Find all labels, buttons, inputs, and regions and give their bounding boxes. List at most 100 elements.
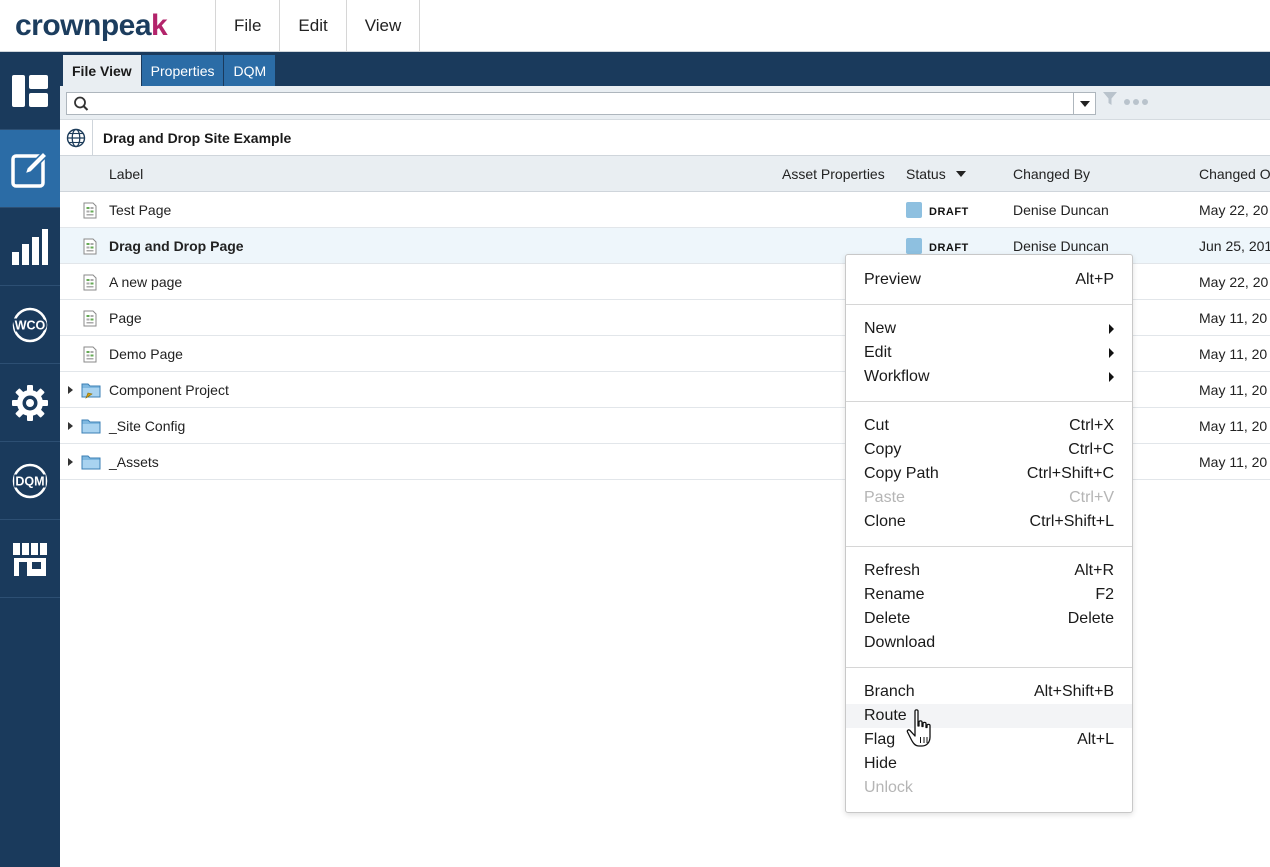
row-label[interactable]: Component Project <box>109 372 229 408</box>
status-text: DRAFT <box>929 241 969 254</box>
menu-item-shortcut: Ctrl+X <box>1069 417 1114 434</box>
menu-item-cut[interactable]: Cut Ctrl+X <box>846 414 1132 438</box>
menu-item-rename[interactable]: Rename F2 <box>846 583 1132 607</box>
menu-item-label: Refresh <box>864 562 921 579</box>
globe-icon <box>66 128 86 147</box>
changed-on: May 11, 20 <box>1199 418 1268 434</box>
menu-item-shortcut: Delete <box>1067 610 1114 627</box>
menu-separator <box>846 304 1132 305</box>
more-icon[interactable] <box>1123 98 1149 106</box>
context-menu: Preview Alt+P New Edit Workflow Cut Ctrl+X Copy… <box>845 254 1133 813</box>
changed-by: Denise Duncan <box>1013 202 1109 218</box>
menu-item-label: Hide <box>864 755 897 772</box>
current-path[interactable]: Drag and Drop Site Example <box>93 130 291 146</box>
menu-separator <box>846 667 1132 668</box>
menu-item-label: Download <box>864 634 936 651</box>
menu-item-label: Edit <box>864 344 892 361</box>
folder-icon <box>81 408 101 444</box>
row-label[interactable]: _Site Config <box>109 408 185 444</box>
marketplace-icon <box>13 542 47 576</box>
menu-item-copy-path[interactable]: Copy Path Ctrl+Shift+C <box>846 462 1132 486</box>
sort-desc-icon <box>955 171 966 177</box>
menu-item-shortcut: Alt+Shift+B <box>1033 683 1114 700</box>
menu-item-unlock[interactable]: Unlock <box>846 776 1132 800</box>
menu-item-shortcut: Ctrl+Shift+L <box>1029 513 1114 530</box>
column-asset-properties[interactable]: Asset Properties <box>782 156 885 192</box>
analytics-icon <box>12 228 48 265</box>
table-header: Label Asset Properties Status Changed By… <box>60 156 1270 192</box>
sidebar-edit[interactable] <box>0 130 60 208</box>
menu-item-refresh[interactable]: Refresh Alt+R <box>846 559 1132 583</box>
row-label[interactable]: Drag and Drop Page <box>109 228 244 264</box>
sidebar-wco[interactable]: WCO <box>0 286 60 364</box>
dqm-text: DQM <box>15 474 44 488</box>
menu-file[interactable]: File <box>216 0 281 52</box>
search-input[interactable] <box>92 93 1073 114</box>
menu-item-shortcut: Ctrl+V <box>1069 489 1114 506</box>
search-box <box>66 92 1096 115</box>
expand-arrow-icon[interactable] <box>68 422 73 430</box>
page-icon <box>82 336 98 372</box>
caret-down-icon <box>1079 100 1090 107</box>
menu-item-hide[interactable]: Hide <box>846 752 1132 776</box>
row-label[interactable]: Test Page <box>109 192 171 228</box>
menu-item-route[interactable]: Route <box>846 704 1132 728</box>
menu-separator <box>846 546 1132 547</box>
menu-item-shortcut: Alt+R <box>1074 562 1114 579</box>
column-changed-on[interactable]: Changed O <box>1199 156 1270 192</box>
menu-item-copy[interactable]: Copy Ctrl+C <box>846 438 1132 462</box>
expand-arrow-icon[interactable] <box>68 386 73 394</box>
column-label[interactable]: Label <box>109 156 143 192</box>
tab-properties[interactable]: Properties <box>141 55 224 86</box>
menu-item-label: Workflow <box>864 368 930 385</box>
expand-arrow-icon[interactable] <box>68 458 73 466</box>
menu-item-paste[interactable]: Paste Ctrl+V <box>846 486 1132 510</box>
menu-edit[interactable]: Edit <box>280 0 347 52</box>
row-label[interactable]: _Assets <box>109 444 159 480</box>
menu-item-label: Clone <box>864 513 906 530</box>
menu-item-download[interactable]: Download <box>846 631 1132 655</box>
menu-item-new[interactable]: New <box>846 317 1132 341</box>
search-dropdown-button[interactable] <box>1073 93 1095 114</box>
column-status[interactable]: Status <box>906 156 966 192</box>
menu-view[interactable]: View <box>347 0 421 52</box>
sidebar-dqm[interactable]: DQM <box>0 442 60 520</box>
status-swatch <box>906 238 922 254</box>
tab-dqm[interactable]: DQM <box>224 55 276 86</box>
row-label[interactable]: Page <box>109 300 142 336</box>
sidebar-dashboard[interactable] <box>0 52 60 130</box>
left-sidebar: WCO DQM <box>0 52 60 867</box>
page-icon <box>82 300 98 336</box>
submenu-arrow-icon <box>1109 348 1114 358</box>
sidebar-settings[interactable] <box>0 364 60 442</box>
menu-item-label: New <box>864 320 897 337</box>
menu-item-clone[interactable]: Clone Ctrl+Shift+L <box>846 510 1132 534</box>
menu-item-label: Paste <box>864 489 905 506</box>
status-swatch <box>906 202 922 218</box>
menu-item-label: Unlock <box>864 779 913 796</box>
menu-item-flag[interactable]: Flag Alt+L <box>846 728 1132 752</box>
sidebar-analytics[interactable] <box>0 208 60 286</box>
menu-item-edit[interactable]: Edit <box>846 341 1132 365</box>
menu-item-preview[interactable]: Preview Alt+P <box>846 268 1132 292</box>
sidebar-marketplace[interactable] <box>0 520 60 598</box>
column-changed-by[interactable]: Changed By <box>1013 156 1090 192</box>
menu-item-shortcut: Alt+L <box>1077 731 1114 748</box>
crownpeak-logo[interactable]: crownpea k <box>0 0 216 52</box>
site-root-button[interactable] <box>60 119 93 156</box>
row-label[interactable]: A new page <box>109 264 182 300</box>
menu-item-branch[interactable]: Branch Alt+Shift+B <box>846 680 1132 704</box>
row-label[interactable]: Demo Page <box>109 336 183 372</box>
menu-item-workflow[interactable]: Workflow <box>846 365 1132 389</box>
dqm-icon: DQM <box>12 463 48 498</box>
breadcrumb: Drag and Drop Site Example <box>60 119 1270 156</box>
table-row[interactable]: Test Page DRAFT Denise Duncan May 22, 20 <box>60 192 1270 228</box>
filter-icon[interactable] <box>1103 92 1117 106</box>
changed-on: Jun 25, 201 <box>1199 238 1270 254</box>
menu-item-shortcut: Ctrl+Shift+C <box>1026 465 1114 482</box>
settings-icon <box>12 384 48 421</box>
menu-item-delete[interactable]: Delete Delete <box>846 607 1132 631</box>
page-icon <box>82 264 98 300</box>
tab-file-view[interactable]: File View <box>63 55 141 86</box>
changed-on: May 22, 20 <box>1199 274 1269 290</box>
